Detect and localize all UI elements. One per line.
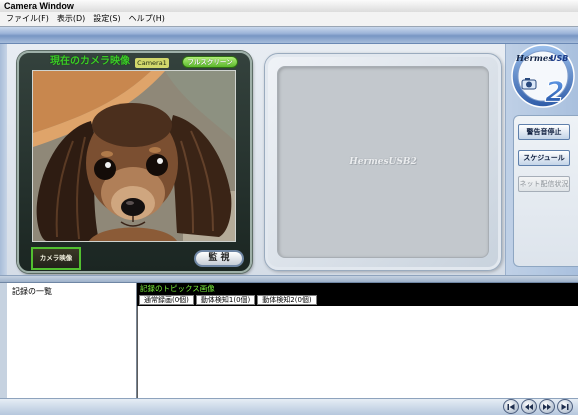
camera-video-feed — [32, 70, 236, 242]
camera-feed-image — [33, 71, 235, 241]
topics-title: 記録のトピックス画像 — [140, 284, 215, 293]
tab-motion-detection-1[interactable]: 動体検知1(0個) — [195, 295, 256, 305]
logo-product: USB — [550, 54, 568, 63]
menu-bar: ファイル(F) 表示(D) 設定(S) ヘルプ(H) — [0, 12, 578, 27]
schedule-button[interactable]: スケジュール — [518, 150, 570, 166]
pane-splitter[interactable] — [0, 275, 578, 283]
menu-file[interactable]: ファイル(F) — [6, 12, 49, 26]
window-title: Camera Window — [4, 1, 74, 11]
logo-brand: Hermes — [515, 54, 553, 64]
rewind-icon — [525, 403, 533, 410]
puppy-right-eye-highlight — [157, 158, 163, 164]
fast-forward-icon — [543, 403, 551, 410]
puppy-nose-highlight — [126, 201, 134, 205]
camera-name-badge: Camera1 — [135, 58, 169, 68]
stop-alarm-button[interactable]: 警告音停止 — [518, 124, 570, 140]
puppy-left-eye-highlight — [105, 162, 111, 168]
title-bar[interactable]: Camera Window — [0, 0, 578, 12]
header-band — [0, 27, 578, 44]
topics-image-area[interactable] — [137, 306, 578, 398]
record-list-pane[interactable] — [7, 283, 137, 398]
puppy-right-brow — [149, 147, 161, 153]
menu-view[interactable]: 表示(D) — [57, 12, 85, 26]
skip-to-last-icon — [561, 403, 569, 410]
tab-normal-recording[interactable]: 通常録画(0個) — [139, 295, 194, 305]
logo-version: 2 — [545, 75, 564, 108]
puppy-nose — [121, 198, 145, 216]
puppy-left-eye — [94, 158, 116, 180]
puppy-right-eye — [146, 154, 168, 176]
left-frame — [0, 44, 7, 275]
last-record-button[interactable] — [557, 399, 573, 414]
puppy-left-brow — [101, 151, 113, 157]
fullscreen-button[interactable]: フルスクリーン — [182, 56, 238, 68]
next-record-button[interactable] — [539, 399, 555, 414]
record-navigation — [503, 399, 573, 414]
status-bar — [0, 398, 578, 415]
skip-to-first-icon — [507, 403, 515, 410]
camera-icon — [521, 78, 537, 90]
record-tabs: 通常録画(0個) 動体検知1(0個) 動体検知2(0個) — [139, 295, 317, 305]
menu-settings[interactable]: 設定(S) — [93, 12, 120, 26]
menu-help[interactable]: ヘルプ(H) — [129, 12, 165, 26]
monitor-button[interactable]: 監 視 — [194, 250, 244, 267]
hermes-usb2-logo: Hermes USB 2 — [511, 44, 575, 109]
puppy-head-top — [92, 103, 172, 147]
tab-motion-detection-2[interactable]: 動体検知2(0個) — [257, 295, 317, 305]
record-list-title: 記録の一覧 — [12, 287, 52, 296]
previous-record-button[interactable] — [521, 399, 537, 414]
first-record-button[interactable] — [503, 399, 519, 414]
camera-panel-title: 現在のカメラ映像 — [50, 56, 130, 67]
net-stream-status-button[interactable]: ネット配信状況 — [518, 176, 570, 192]
camera-view-button[interactable]: カメラ映像 — [31, 247, 81, 270]
preview-watermark-logo: HermesUSB2 — [349, 157, 417, 167]
